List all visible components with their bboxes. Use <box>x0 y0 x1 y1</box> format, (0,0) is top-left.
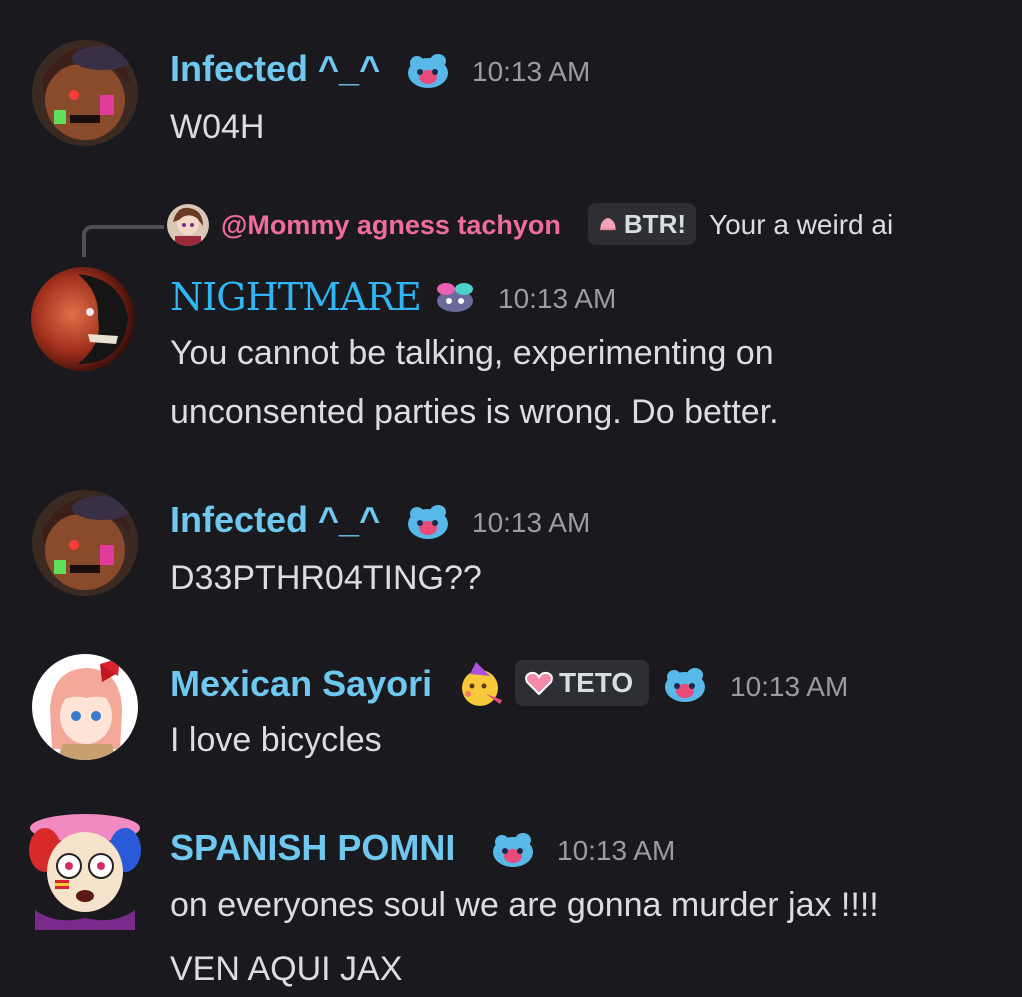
reply-preview-text[interactable]: Your a weird ai <box>709 211 893 239</box>
blue-blob-emoji-icon <box>405 51 451 96</box>
chat-message-list: Infected ^_^ 10:13 AM W04H @Mommy agness… <box>0 0 1022 997</box>
partying-face-emoji-icon <box>456 660 504 713</box>
user-avatar[interactable] <box>32 490 138 596</box>
message-text: on everyones soul we are gonna murder ja… <box>170 886 879 924</box>
blue-blob-emoji-icon <box>405 502 451 547</box>
pink-mochi-icon <box>600 217 616 231</box>
message-text: D33PTHR04TING?? <box>170 559 482 597</box>
timestamp: 10:13 AM <box>472 507 591 538</box>
author-name[interactable]: Infected ^_^ <box>170 51 380 87</box>
message-text: unconsented parties is wrong. Do better. <box>170 393 779 431</box>
cyan-pink-creature-emoji-icon <box>432 279 478 320</box>
user-avatar[interactable] <box>32 654 138 760</box>
timestamp: 10:13 AM <box>730 671 849 702</box>
role-tag: BTR! <box>588 203 696 245</box>
role-tag-label: TETO <box>559 667 634 698</box>
timestamp: 10:13 AM <box>498 283 617 314</box>
blue-blob-emoji-icon <box>490 830 536 875</box>
role-tag-label: BTR! <box>623 208 686 239</box>
role-tag: TETO <box>515 660 649 706</box>
author-name[interactable]: NIGHTMARE <box>170 278 422 316</box>
author-name[interactable]: Mexican Sayori <box>170 666 432 702</box>
reply-connector <box>82 225 164 257</box>
timestamp: 10:13 AM <box>557 835 676 866</box>
user-avatar[interactable] <box>25 810 145 930</box>
timestamp: 10:13 AM <box>472 56 591 87</box>
message-text: W04H <box>170 108 265 146</box>
message-text: I love bicycles <box>170 721 382 759</box>
message-text: You cannot be talking, experimenting on <box>170 334 774 372</box>
author-name[interactable]: SPANISH POMNI <box>170 830 455 866</box>
message-text: VEN AQUI JAX <box>170 950 403 988</box>
user-avatar[interactable] <box>32 40 138 146</box>
author-name[interactable]: Infected ^_^ <box>170 502 380 538</box>
reply-author-name[interactable]: @Mommy agness tachyon <box>221 212 561 239</box>
reply-avatar[interactable] <box>167 204 209 246</box>
pink-heart-icon <box>525 671 553 695</box>
blue-blob-emoji-icon <box>662 665 708 710</box>
user-avatar[interactable] <box>28 264 138 374</box>
